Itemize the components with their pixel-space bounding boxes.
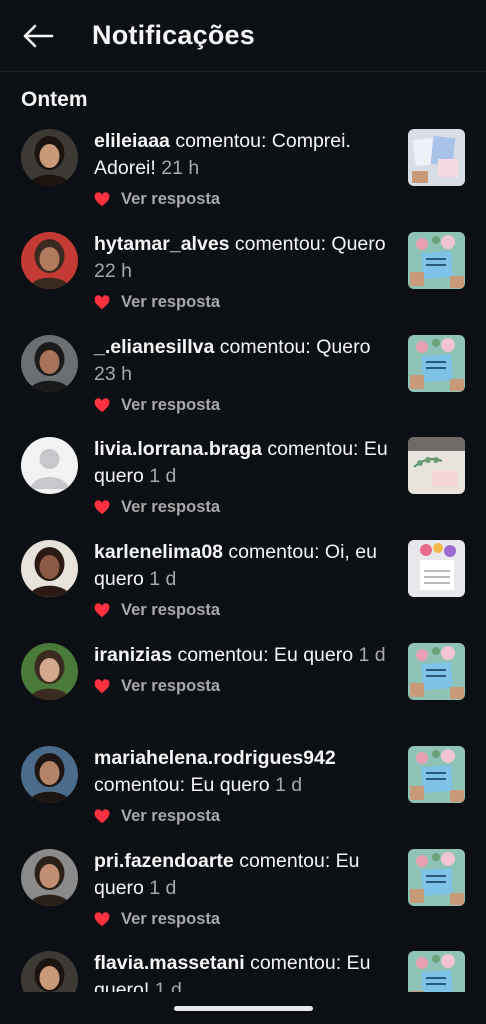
notification-text[interactable]: flavia.massetani comentou: Eu quero! 1 d [94,950,394,992]
heart-icon[interactable] [94,500,121,515]
timestamp: 1 d [275,773,303,796]
heart-icon[interactable] [94,397,121,413]
avatar[interactable] [21,437,78,495]
view-reply-link[interactable]: Ver resposta [121,807,220,826]
username[interactable]: flavia.massetani [94,952,245,974]
avatar[interactable] [21,951,78,992]
notification-item[interactable]: iranizias comentou: Eu quero 1 d Ver resp… [0,632,486,735]
post-thumbnail[interactable] [408,540,465,598]
heart-icon[interactable] [94,192,121,207]
heart-icon[interactable] [94,679,121,694]
username[interactable]: _.elianesillva [94,336,214,358]
heart-icon[interactable] [94,809,121,824]
post-thumbnail[interactable] [408,231,465,289]
timestamp: 1 d [149,876,177,899]
page-title: Notificações [92,20,255,50]
notification-list: elileiaaa comentou: Comprei. Adorei! 21 … [0,118,486,992]
avatar[interactable] [21,745,78,803]
avatar[interactable] [21,334,78,392]
notification-item[interactable]: mariahelena.rodrigues942 comentou: Eu qu… [0,735,486,838]
post-thumbnail[interactable] [408,642,465,700]
reply-row: Ver resposta [94,677,220,696]
comment-text: comentou: Eu quero [94,773,270,796]
notification-text[interactable]: mariahelena.rodrigues942 comentou: Eu qu… [94,745,394,799]
notification-text[interactable]: hytamar_alves comentou: Quero 22 h [94,231,394,285]
notification-item[interactable]: pri.fazendoarte comentou: Eu quero 1 d Ve… [0,838,486,941]
notification-item[interactable]: elileiaaa comentou: Comprei. Adorei! 21 … [0,118,486,221]
view-reply-link[interactable]: Ver resposta [121,498,220,517]
notification-text[interactable]: elileiaaa comentou: Comprei. Adorei! 21 … [94,128,394,182]
view-reply-link[interactable]: Ver resposta [121,601,220,620]
timestamp: 21 h [161,157,200,179]
avatar[interactable] [21,848,78,906]
username[interactable]: iranizias [94,644,172,666]
heart-icon[interactable] [94,911,121,927]
notification-item[interactable]: hytamar_alves comentou: Quero 22 h Ver re… [0,221,486,324]
view-reply-link[interactable]: Ver resposta [121,396,220,415]
reply-row: Ver resposta [94,396,220,415]
post-thumbnail[interactable] [408,745,465,803]
notification-item[interactable]: livia.lorrana.braga comentou: Eu quero 1… [0,426,486,529]
timestamp: 1 d [149,465,177,488]
avatar[interactable] [21,129,78,186]
reply-row: Ver resposta [94,498,220,517]
view-reply-link[interactable]: Ver resposta [121,910,220,929]
post-thumbnail[interactable] [408,437,465,495]
username[interactable]: pri.fazendoarte [94,850,234,872]
notification-text[interactable]: pri.fazendoarte comentou: Eu quero 1 d [94,848,394,902]
notification-item[interactable]: karlenelima08 comentou: Oi, eu quero 1 d… [0,529,486,632]
view-reply-link[interactable]: Ver resposta [121,677,220,696]
notification-text[interactable]: iranizias comentou: Eu quero 1 d [94,642,394,669]
reply-row: Ver resposta [94,910,220,929]
post-thumbnail[interactable] [408,848,465,906]
reply-row: Ver resposta [94,807,220,826]
section-heading: Ontem [21,88,88,111]
comment-text: comentou: Quero [214,335,371,358]
heart-icon[interactable] [94,603,121,618]
avatar[interactable] [21,231,78,289]
timestamp: 1 d [358,643,386,666]
back-arrow-icon[interactable] [18,16,58,56]
username[interactable]: hytamar_alves [94,233,230,255]
username[interactable]: mariahelena.rodrigues942 [94,747,336,769]
post-thumbnail[interactable] [408,334,465,392]
notification-item[interactable]: flavia.massetani comentou: Eu quero! 1 d… [0,940,486,992]
timestamp: 22 h [94,259,132,282]
username[interactable]: elileiaaa [94,130,170,152]
notification-text[interactable]: _.elianesillva comentou: Quero 23 h [94,334,394,388]
username[interactable]: karlenelima08 [94,541,223,563]
avatar[interactable] [21,642,78,700]
post-thumbnail[interactable] [408,951,465,992]
reply-row: Ver resposta [94,190,220,209]
view-reply-link[interactable]: Ver resposta [121,293,220,312]
notification-text[interactable]: livia.lorrana.braga comentou: Eu quero 1… [94,436,394,490]
notification-item[interactable]: _.elianesillva comentou: Quero 23 h Ver r… [0,324,486,427]
timestamp: 23 h [94,362,132,385]
home-indicator [174,1006,313,1011]
timestamp: 1 d [154,979,182,992]
reply-row: Ver resposta [94,293,220,312]
notification-text[interactable]: karlenelima08 comentou: Oi, eu quero 1 d [94,539,394,593]
username[interactable]: livia.lorrana.braga [94,438,262,460]
comment-text: comentou: Eu quero [172,643,354,666]
heart-icon[interactable] [94,295,121,310]
reply-row: Ver resposta [94,601,220,620]
timestamp: 1 d [149,568,177,591]
avatar[interactable] [21,540,78,598]
post-thumbnail[interactable] [408,129,465,186]
comment-text: comentou: Quero [229,232,386,255]
header: Notificações [0,0,486,72]
view-reply-link[interactable]: Ver resposta [121,190,220,209]
